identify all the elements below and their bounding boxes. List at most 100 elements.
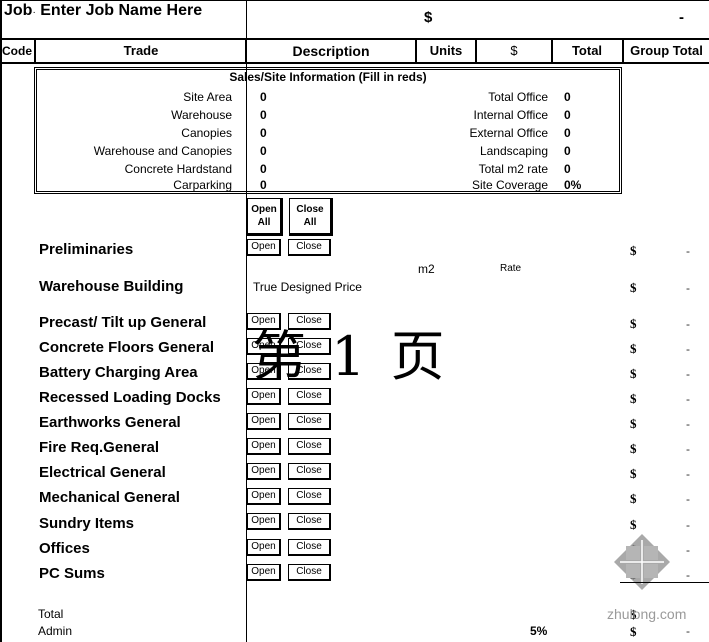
admin-percent[interactable]: 5%: [530, 624, 547, 638]
sales-value-warehouse[interactable]: 0: [260, 108, 267, 122]
trade-name: Electrical General: [39, 464, 166, 481]
group-total-value: -: [686, 442, 690, 456]
sales-label-site-coverage: Site Coverage: [471, 178, 548, 192]
group-total-value: -: [686, 317, 690, 331]
column-header-trade[interactable]: Trade: [36, 40, 246, 62]
trade-name: Battery Charging Area: [39, 364, 198, 381]
trade-name: Offices: [39, 540, 90, 557]
group-total-value: -: [686, 518, 690, 532]
trade-name: Preliminaries: [39, 241, 134, 258]
title-separator: [246, 0, 247, 40]
open-section-button[interactable]: Open: [247, 438, 281, 455]
open-section-button[interactable]: Open: [247, 239, 281, 256]
top-border: [0, 0, 709, 1]
group-total-currency-symbol: $: [630, 366, 637, 381]
group-total-value: -: [686, 568, 690, 582]
sales-label-carparking: Carparking: [173, 178, 232, 192]
column-header-units[interactable]: Units: [417, 40, 475, 62]
open-section-button[interactable]: Open: [247, 413, 281, 430]
close-section-button[interactable]: Close: [288, 488, 331, 505]
close-section-button[interactable]: Close: [288, 463, 331, 480]
group-total-value: -: [686, 342, 690, 356]
sales-label-concrete-hardstand: Concrete Hardstand: [124, 162, 232, 176]
open-all-button[interactable]: Open All: [247, 198, 283, 236]
group-total-value: -: [686, 543, 690, 557]
zhulong-watermark: zhulong.com: [607, 606, 687, 622]
group-total-currency-symbol: $: [630, 280, 637, 295]
column-header-group-total[interactable]: Group Total: [624, 40, 709, 62]
sales-label-landscaping: Landscaping: [479, 144, 548, 158]
sales-value-warehouse-and-canopies[interactable]: 0: [260, 144, 267, 158]
group-total-currency-symbol: $: [630, 341, 637, 356]
open-section-button[interactable]: Open: [247, 513, 281, 530]
trade-name: PC Sums: [39, 565, 105, 582]
close-section-button[interactable]: Close: [288, 239, 331, 256]
admin-currency-symbol: $: [630, 624, 637, 639]
column-header-description[interactable]: Description: [247, 40, 415, 62]
sales-value-external-office[interactable]: 0: [564, 126, 571, 140]
group-total-value: -: [686, 467, 690, 481]
grand-total-value: -: [679, 9, 684, 26]
sales-value-canopies[interactable]: 0: [260, 126, 267, 140]
m2-label: m2: [418, 262, 435, 276]
open-section-button[interactable]: Open: [247, 564, 281, 581]
sales-value-total-office[interactable]: 0: [564, 90, 571, 104]
open-section-button[interactable]: Open: [247, 463, 281, 480]
close-section-button[interactable]: Close: [288, 513, 331, 530]
sales-value-carparking[interactable]: 0: [260, 178, 267, 192]
sales-value-site-coverage[interactable]: 0%: [564, 178, 581, 192]
job-title[interactable]: Job· Enter Job Name Here: [4, 2, 202, 20]
group-total-currency-symbol: $: [630, 441, 637, 456]
job-name[interactable]: Enter Job Name Here: [40, 2, 202, 19]
group-total-currency-symbol: $: [630, 416, 637, 431]
job-label: Job: [4, 2, 33, 19]
trade-name: Earthworks General: [39, 414, 181, 431]
sales-label-site-area: Site Area: [183, 90, 232, 104]
warehouse-description[interactable]: True Designed Price: [253, 280, 362, 294]
group-total-value: -: [686, 281, 690, 295]
group-total-currency-symbol: $: [630, 491, 637, 506]
grand-total-currency: $: [424, 9, 433, 26]
header-bottom-border: [0, 62, 709, 64]
sales-value-site-area[interactable]: 0: [260, 90, 267, 104]
sales-value-concrete-hardstand[interactable]: 0: [260, 162, 267, 176]
trade-name: Precast/ Tilt up General: [39, 314, 207, 331]
trade-name: Concrete Floors General: [39, 339, 215, 356]
admin-value: -: [686, 624, 690, 638]
group-total-value: -: [686, 392, 690, 406]
trade-name: Sundry Items: [39, 515, 135, 532]
group-total-currency-symbol: $: [630, 391, 637, 406]
sales-value-landscaping[interactable]: 0: [564, 144, 571, 158]
close-section-button[interactable]: Close: [288, 438, 331, 455]
group-total-currency-symbol: $: [630, 316, 637, 331]
sales-label-total-office: Total Office: [488, 90, 548, 104]
close-all-button[interactable]: Close All: [289, 198, 333, 236]
trade-name: Mechanical General: [39, 489, 180, 506]
rate-label: Rate: [500, 263, 522, 274]
left-border: [0, 0, 2, 642]
close-section-button[interactable]: Close: [288, 413, 331, 430]
group-total-value: -: [686, 492, 690, 506]
open-section-button[interactable]: Open: [247, 488, 281, 505]
sales-label-total-m2-rate: Total m2 rate: [478, 162, 548, 176]
sales-label-canopies: Canopies: [181, 126, 232, 140]
group-total-underline: [620, 582, 709, 583]
page-number-watermark: 第 1 页: [252, 325, 449, 388]
group-total-currency-symbol: $: [630, 243, 637, 258]
sales-value-total-m2-rate[interactable]: 0: [564, 162, 571, 176]
sales-value-internal-office[interactable]: 0: [564, 108, 571, 122]
sales-label-internal-office: Internal Office: [473, 108, 548, 122]
column-header-total[interactable]: Total: [553, 40, 621, 62]
trade-name: Fire Req.General: [39, 439, 160, 456]
column-header-dollar[interactable]: $: [477, 40, 551, 62]
column-header-code[interactable]: Code: [2, 40, 34, 62]
group-total-currency-symbol: $: [630, 517, 637, 532]
sales-label-warehouse: Warehouse: [171, 108, 232, 122]
open-section-button[interactable]: Open: [247, 539, 281, 556]
group-total-value: -: [686, 417, 690, 431]
close-section-button[interactable]: Close: [288, 564, 331, 581]
sales-label-external-office: External Office: [469, 126, 548, 140]
trade-name: Recessed Loading Docks: [39, 389, 221, 406]
close-section-button[interactable]: Close: [288, 539, 331, 556]
trade-name: Warehouse Building: [39, 278, 184, 295]
